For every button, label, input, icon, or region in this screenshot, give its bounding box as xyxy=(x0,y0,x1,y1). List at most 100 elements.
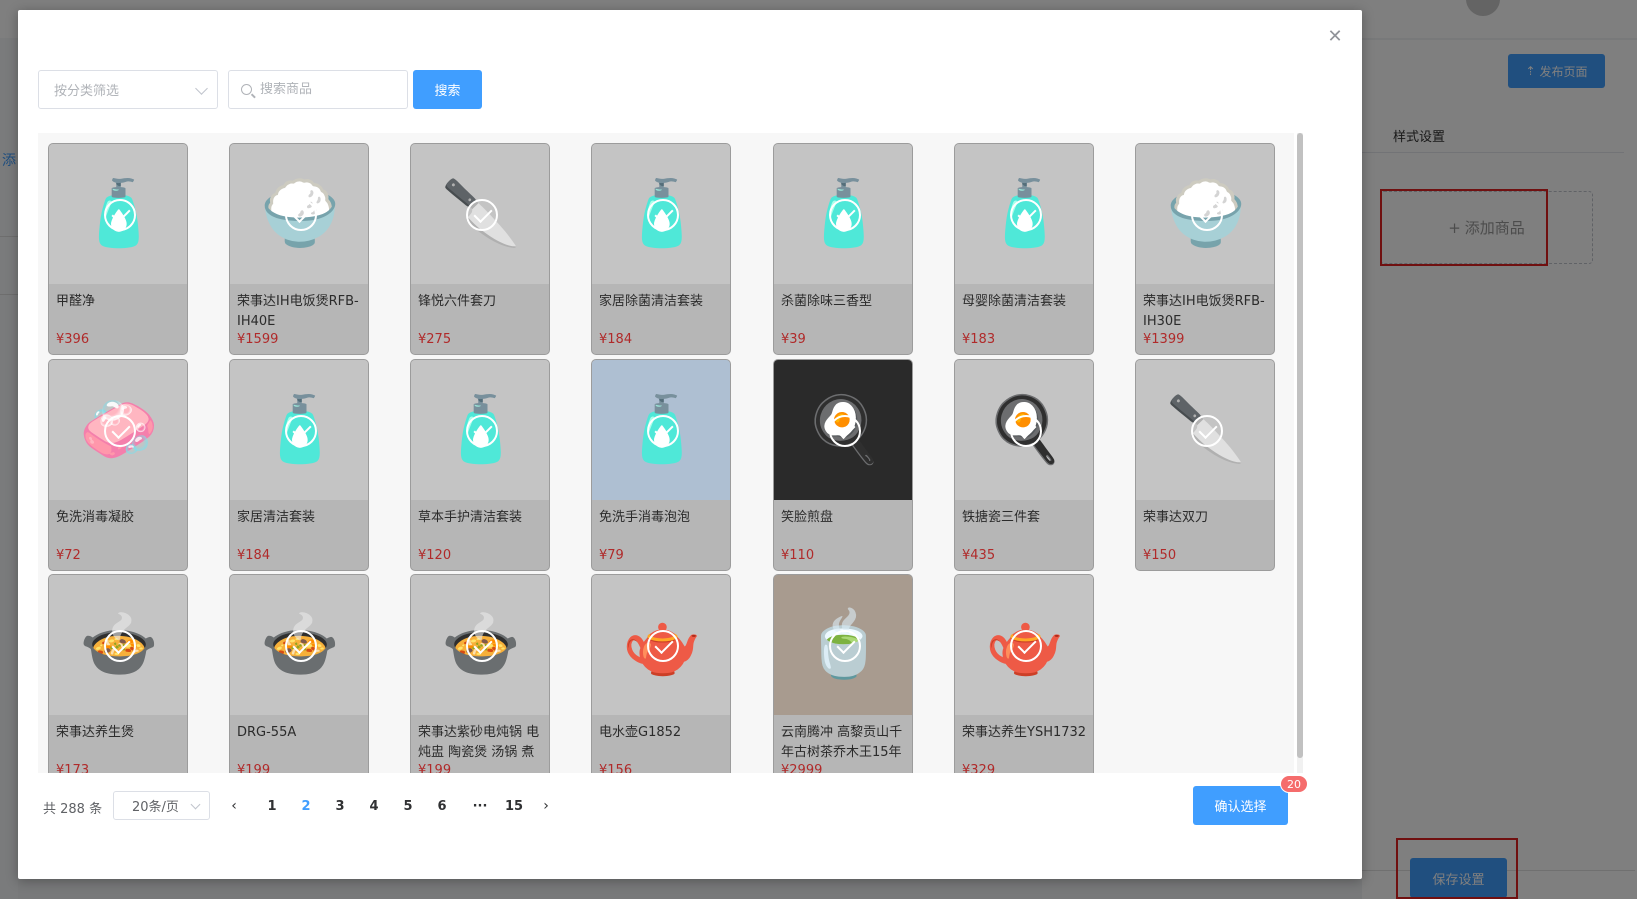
product-card[interactable]: 🧴 母婴除菌清洁套装 ¥183 xyxy=(954,143,1094,355)
product-price: ¥184 xyxy=(599,332,633,347)
check-circle-icon xyxy=(647,415,679,447)
product-price: ¥1599 xyxy=(237,332,279,347)
product-card[interactable]: 🫖 电水壶G1852 ¥156 xyxy=(591,574,731,773)
product-card[interactable]: 🔪 锋悦六件套刀 ¥275 xyxy=(410,143,550,355)
check-circle-icon xyxy=(647,199,679,231)
category-filter-select[interactable]: 按分类筛选 xyxy=(38,70,218,109)
page-size-value: 20条/页 xyxy=(132,800,179,815)
page-number[interactable]: 2 xyxy=(295,793,317,819)
check-circle-icon xyxy=(285,199,317,231)
product-card[interactable]: 🍳 铁搪瓷三件套 ¥435 xyxy=(954,359,1094,571)
product-name: 杀菌除味三香型 xyxy=(781,294,873,309)
page-number[interactable]: 15 xyxy=(499,793,529,819)
product-card[interactable]: 🍲 荣事达紫砂电炖锅 电炖盅 陶瓷煲 汤锅 煮 ¥199 xyxy=(410,574,550,773)
search-field[interactable] xyxy=(228,70,408,109)
product-name: DRG-55A xyxy=(237,725,297,740)
pagination-ellipsis[interactable]: ··· xyxy=(465,793,495,819)
close-icon[interactable]: ✕ xyxy=(1326,28,1344,46)
product-price: ¥1399 xyxy=(1143,332,1185,347)
product-price: ¥435 xyxy=(962,548,996,563)
selected-count-badge: 20 xyxy=(1280,775,1308,793)
check-circle-icon xyxy=(1191,415,1223,447)
product-price: ¥72 xyxy=(56,548,81,563)
product-price: ¥199 xyxy=(237,763,271,773)
product-card[interactable]: 🧴 甲醛净 ¥396 xyxy=(48,143,188,355)
product-name: 免洗消毒凝胶 xyxy=(56,510,135,525)
product-price: ¥396 xyxy=(56,332,90,347)
product-card[interactable]: 🧴 家居除菌清洁套装 ¥184 xyxy=(591,143,731,355)
page-number[interactable]: 5 xyxy=(397,793,419,819)
product-card[interactable]: 🍲 DRG-55A ¥199 xyxy=(229,574,369,773)
category-filter-placeholder: 按分类筛选 xyxy=(54,84,120,99)
product-name: 荣事达养生YSH1732 xyxy=(962,725,1087,740)
product-name: 云南腾冲 高黎贡山千年古树茶乔木王15年 xyxy=(781,725,903,760)
product-name: 笑脸煎盘 xyxy=(781,510,834,525)
product-name: 荣事达养生煲 xyxy=(56,725,135,740)
product-price: ¥110 xyxy=(781,548,815,563)
check-circle-icon xyxy=(466,415,498,447)
check-circle-icon xyxy=(1010,199,1042,231)
check-circle-icon xyxy=(1010,415,1042,447)
product-card[interactable]: 🔪 荣事达双刀 ¥150 xyxy=(1135,359,1275,571)
product-name: 家居清洁套装 xyxy=(237,510,316,525)
product-card[interactable]: 🍳 笑脸煎盘 ¥110 xyxy=(773,359,913,571)
confirm-selection-button[interactable]: 确认选择 xyxy=(1193,786,1288,825)
product-name: 荣事达双刀 xyxy=(1143,510,1209,525)
scrollbar[interactable] xyxy=(1297,133,1303,773)
product-card[interactable]: 🧴 杀菌除味三香型 ¥39 xyxy=(773,143,913,355)
page-number[interactable]: 4 xyxy=(363,793,385,819)
check-circle-icon xyxy=(829,199,861,231)
product-name: 甲醛净 xyxy=(56,294,96,309)
page-number[interactable]: 6 xyxy=(431,793,453,819)
product-name: 母婴除菌清洁套装 xyxy=(962,294,1067,309)
product-card[interactable]: 🍲 荣事达养生煲 ¥173 xyxy=(48,574,188,773)
product-name: 电水壶G1852 xyxy=(599,725,682,740)
chevron-left-icon[interactable]: ‹ xyxy=(224,793,244,819)
page-number[interactable]: 1 xyxy=(261,793,283,819)
product-card[interactable]: 🫖 荣事达养生YSH1732 ¥329 xyxy=(954,574,1094,773)
product-name: 家居除菌清洁套装 xyxy=(599,294,704,309)
product-price: ¥156 xyxy=(599,763,633,773)
check-circle-icon xyxy=(104,415,136,447)
check-circle-icon xyxy=(647,630,679,662)
product-price: ¥120 xyxy=(418,548,452,563)
check-circle-icon xyxy=(829,630,861,662)
check-circle-icon xyxy=(1010,630,1042,662)
product-picker-dialog: ✕ 按分类筛选 搜索 🧴甲醛净¥396🍚荣事达IH电饭煲RFB-IH40E¥15… xyxy=(18,10,1362,879)
check-circle-icon xyxy=(466,199,498,231)
product-price: ¥329 xyxy=(962,763,996,773)
product-price: ¥150 xyxy=(1143,548,1177,563)
product-card[interactable]: 🧴 草本手护清洁套装 ¥120 xyxy=(410,359,550,571)
search-button[interactable]: 搜索 xyxy=(413,70,482,109)
check-circle-icon xyxy=(104,630,136,662)
product-card[interactable]: 🍚 荣事达IH电饭煲RFB-IH40E ¥1599 xyxy=(229,143,369,355)
product-price: ¥2999 xyxy=(781,763,823,773)
check-circle-icon xyxy=(466,630,498,662)
product-name: 铁搪瓷三件套 xyxy=(962,510,1041,525)
chevron-right-icon[interactable]: › xyxy=(536,793,556,819)
product-price: ¥275 xyxy=(418,332,452,347)
product-grid: 🧴 甲醛净 ¥396 🍚 荣事达IH电饭煲RFB-IH40E ¥1599 🔪 锋悦六件套刀 ¥2… xyxy=(38,133,1294,773)
page-number[interactable]: 3 xyxy=(329,793,351,819)
product-price: ¥184 xyxy=(237,548,271,563)
product-card[interactable]: 🧼 免洗消毒凝胶 ¥72 xyxy=(48,359,188,571)
total-count: 共 288 条 xyxy=(43,802,103,817)
product-card[interactable]: 🧴 家居清洁套装 ¥184 xyxy=(229,359,369,571)
check-circle-icon xyxy=(104,199,136,231)
product-name: 荣事达IH电饭煲RFB-IH30E xyxy=(1143,294,1265,329)
product-card[interactable]: 🧴 免洗手消毒泡泡 ¥79 xyxy=(591,359,731,571)
product-card[interactable]: 🍚 荣事达IH电饭煲RFB-IH30E ¥1399 xyxy=(1135,143,1275,355)
product-price: ¥79 xyxy=(599,548,624,563)
product-name: 荣事达IH电饭煲RFB-IH40E xyxy=(237,294,359,329)
search-input[interactable] xyxy=(260,82,390,97)
product-name: 荣事达紫砂电炖锅 电炖盅 陶瓷煲 汤锅 煮 xyxy=(418,725,540,760)
product-name: 草本手护清洁套装 xyxy=(418,510,523,525)
product-card[interactable]: 🍵 云南腾冲 高黎贡山千年古树茶乔木王15年 ¥2999 xyxy=(773,574,913,773)
page-size-select[interactable]: 20条/页 xyxy=(113,791,210,820)
scrollbar-thumb[interactable] xyxy=(1297,133,1303,758)
check-circle-icon xyxy=(285,630,317,662)
search-icon xyxy=(241,84,252,95)
product-price: ¥199 xyxy=(418,763,452,773)
check-circle-icon xyxy=(285,415,317,447)
chevron-down-icon xyxy=(190,799,201,810)
